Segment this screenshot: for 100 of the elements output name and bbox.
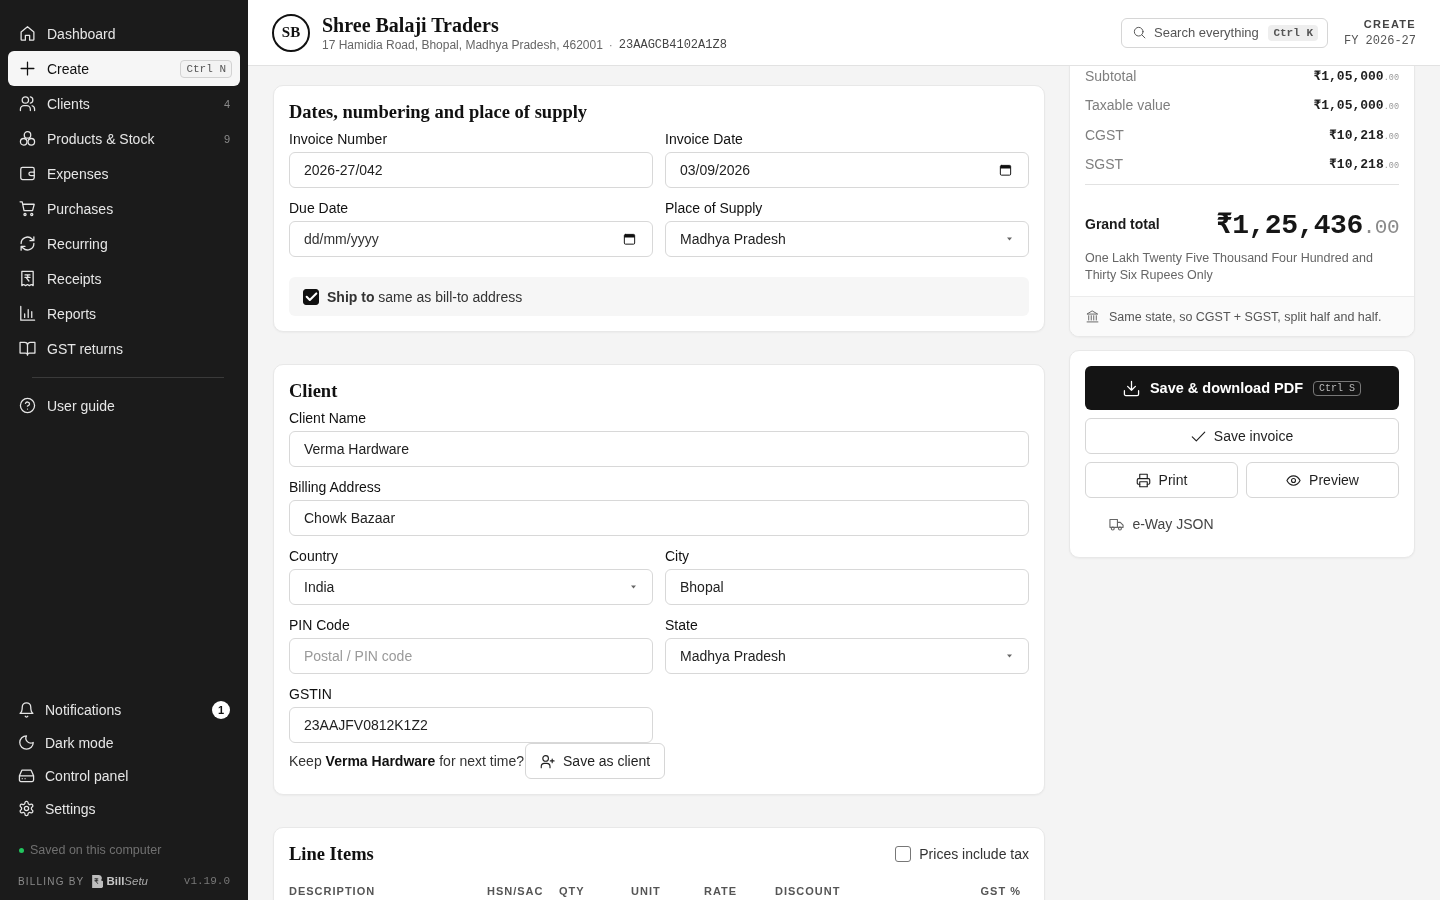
business-avatar: SB [272,13,310,52]
field-label: Client Name [289,409,367,428]
sidebar-item[interactable]: Expenses [8,156,240,191]
credit-label: BILLING BY [18,875,85,887]
field-label: Due Date [289,199,349,218]
search-button[interactable]: Search everything Ctrl K [1121,17,1328,48]
checkbox-label[interactable]: Ship to same as bill-to address [327,288,523,305]
sidebar-item[interactable]: Purchases [8,191,240,226]
input-field[interactable]: Postal / PIN code [289,638,653,674]
input-field[interactable]: 2026-27/042 [289,152,653,188]
field-label: Country [289,547,339,566]
truck-icon [1109,516,1125,532]
sidebar-item[interactable]: Receipts [8,261,240,296]
download-icon [1122,379,1140,397]
save-client-button[interactable]: Save as client [525,743,666,779]
brand-name: BillSetu [106,875,149,887]
business-address: 17 Hamidia Road, Bhopal, Madhya Pradesh, 462001 [322,38,603,52]
sidebar-item[interactable]: Notifications 1 [8,693,240,726]
input-field[interactable]: 23AAJFV0812K1Z2 [289,707,653,743]
date-field[interactable]: dd/mm/yyyy [289,221,653,257]
caret-down-icon [629,584,638,590]
summary-label: Subtotal [1085,67,1137,84]
input-field[interactable]: Verma Hardware [289,431,1029,467]
save-prompt: Keep Verma Hardware for next time? [289,753,525,769]
summary-amount: ₹10,218.00 [1329,126,1399,143]
preview-button[interactable]: Preview [1246,462,1399,498]
checkbox[interactable] [303,288,319,305]
calendar-icon [999,163,1012,177]
column-header: DESCRIPTION [289,884,376,898]
users-icon [19,95,36,112]
caret-down-icon [1005,236,1014,242]
printer-icon [1135,472,1151,488]
field-label: Place of Supply [665,199,763,218]
separator: · [608,38,613,52]
item-count: 9 [223,132,231,145]
eway-json-button[interactable]: e-Way JSON [1085,506,1238,542]
settings-icon [18,800,35,817]
shortcut-badge: Ctrl N [180,59,232,78]
help-icon [19,397,36,414]
column-header: RATE [704,884,738,898]
sidebar-item[interactable]: Dark mode [8,726,240,759]
field-label: PIN Code [289,616,350,635]
save-download-button[interactable]: Save & download PDF Ctrl S [1085,366,1399,410]
field-label: GSTIN [289,685,332,704]
plus-icon [19,60,36,77]
sidebar-item[interactable]: Reports [8,296,240,331]
summary-label: CGST [1085,126,1124,143]
sidebar-item[interactable]: GST returns [8,331,240,366]
input-field[interactable]: Chowk Bazaar [289,500,1029,536]
sidebar-item[interactable]: Recurring [8,226,240,261]
refresh-icon [19,235,36,252]
input-field[interactable]: Bhopal [665,569,1029,605]
bell-icon [18,701,35,718]
select-field[interactable]: Madhya Pradesh [665,221,1029,257]
wallet-icon [19,165,36,182]
column-header: DISCOUNT [775,884,841,898]
check-icon [1190,428,1206,444]
sidebar-item[interactable]: Settings [8,792,240,825]
storage-status: Saved on this computer [30,843,162,857]
select-field[interactable]: Madhya Pradesh [665,638,1029,674]
field-label: City [665,547,690,566]
checkbox-label[interactable]: Prices include tax [919,846,1029,862]
column-header: UNIT [631,884,661,898]
logo-icon [92,874,104,888]
sidebar-item[interactable]: Dashboard [8,16,240,51]
field-label: State [665,616,698,635]
bar-chart-icon [19,305,36,322]
column-header: HSN/SAC [487,884,544,898]
drive-icon [18,767,35,784]
business-name: Shree Balaji Traders [322,13,499,37]
sidebar-item[interactable]: Clients 4 [8,86,240,121]
checkmark-icon [305,292,317,301]
print-button[interactable]: Print [1085,462,1238,498]
cart-icon [19,200,36,217]
save-invoice-button[interactable]: Save invoice [1085,418,1399,454]
summary-amount: ₹1,05,000.00 [1313,67,1399,84]
section-title: Client [289,380,338,403]
amount-in-words: One Lakh Twenty Five Thousand Four Hundred and Thirty Six Rupees Only [1085,250,1374,284]
select-field[interactable]: India [289,569,653,605]
shortcut-badge: Ctrl K [1268,24,1318,41]
status-dot-icon [19,847,24,853]
sidebar-item[interactable]: Create Ctrl N [8,51,240,86]
summary-label: SGST [1085,156,1124,173]
gstin: 23AAGCB4102A1Z8 [618,38,727,52]
bank-icon [1086,310,1099,323]
grand-total-amount: ₹1,25,436.00 [1215,209,1399,241]
caret-down-icon [1005,653,1014,659]
field-label: Invoice Number [289,130,388,149]
summary-amount: ₹10,218.00 [1329,156,1399,173]
section-title: Dates, numbering and place of supply [289,101,588,124]
item-count: 4 [223,97,231,110]
search-icon [1133,26,1146,39]
date-field[interactable]: 03/09/2026 [665,152,1029,188]
boxes-icon [19,130,36,147]
fiscal-year: FY 2026-27 [1344,33,1416,48]
sidebar-item[interactable]: Control panel [8,759,240,792]
field-label: Invoice Date [665,130,743,149]
sidebar-item[interactable]: Products & Stock 9 [8,121,240,156]
sidebar-item[interactable]: User guide [8,388,240,423]
checkbox[interactable] [895,846,912,862]
